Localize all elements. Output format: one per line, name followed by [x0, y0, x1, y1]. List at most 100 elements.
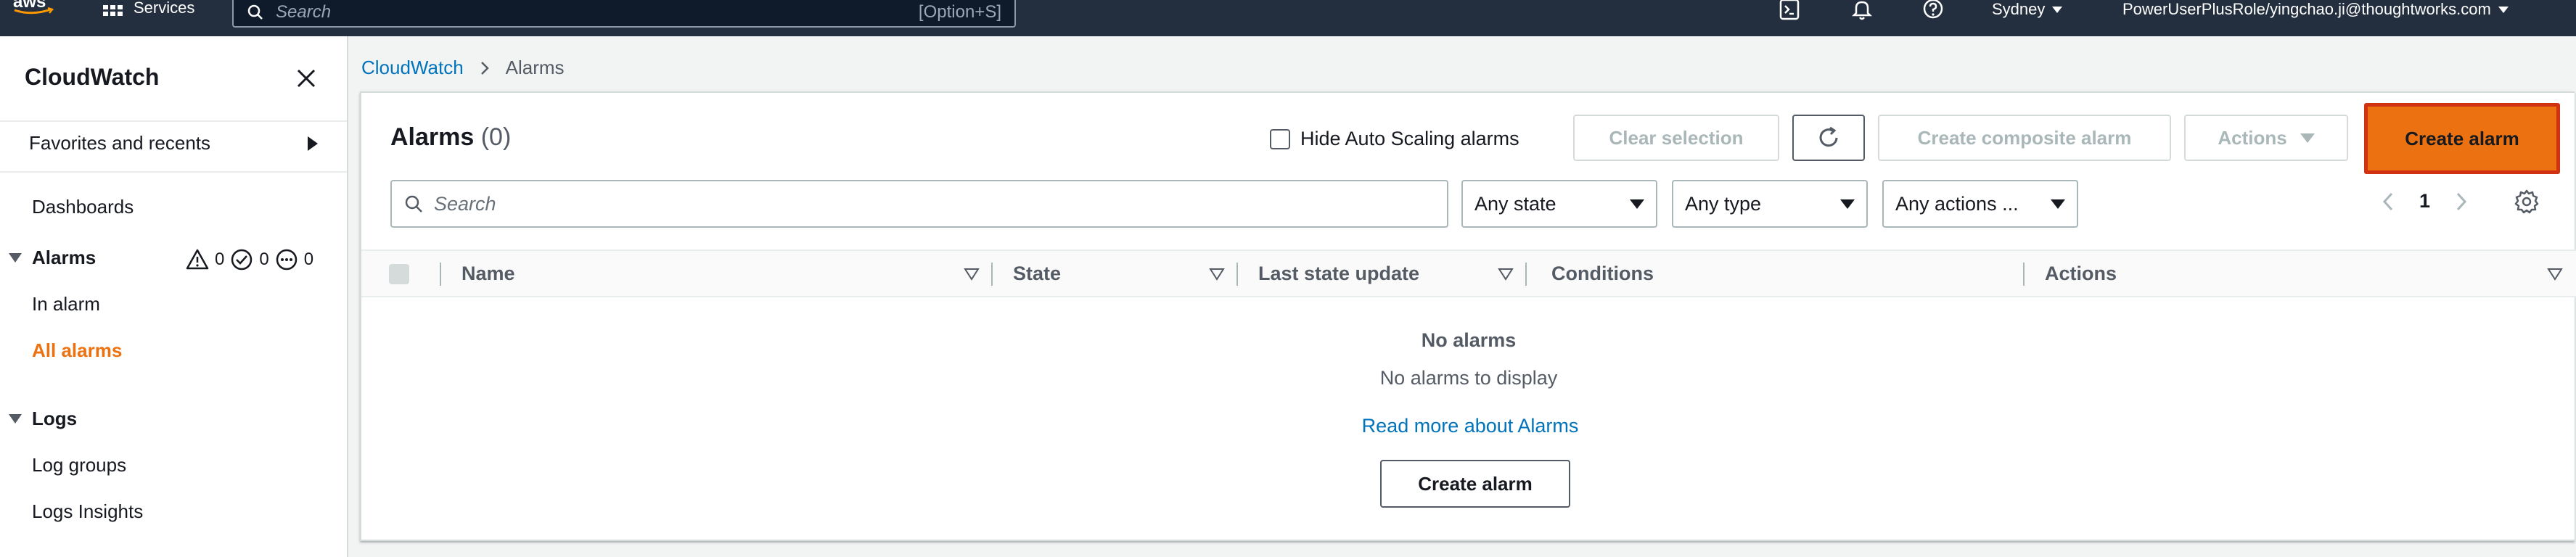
- refresh-icon: [1819, 126, 1838, 147]
- account-label: PowerUserPlusRole/yingchao.ji@thoughtwor…: [2122, 0, 2491, 18]
- hide-autoscaling-toggle[interactable]: Hide Auto Scaling alarms: [1270, 128, 1519, 150]
- close-icon[interactable]: [293, 65, 319, 91]
- services-label: Services: [134, 0, 195, 17]
- ok-count: 0: [259, 249, 269, 269]
- collapse-triangle-icon: [9, 414, 22, 424]
- region-label: Sydney: [1992, 0, 2046, 18]
- breadcrumb: CloudWatch Alarms: [361, 57, 565, 79]
- empty-create-alarm-button[interactable]: Create alarm: [1380, 460, 1570, 508]
- caret-down-icon: [2498, 6, 2509, 13]
- favorites-and-recents[interactable]: Favorites and recents: [29, 132, 210, 154]
- caret-down-icon: [1840, 199, 1855, 209]
- in-alarm-count: 0: [215, 249, 225, 269]
- aws-logo[interactable]: aws: [10, 0, 61, 15]
- gear-icon[interactable]: [2514, 189, 2540, 215]
- alarms-title: Alarms: [390, 123, 475, 151]
- column-header-conditions[interactable]: Conditions: [1551, 251, 1654, 296]
- create-alarm-button[interactable]: Create alarm: [2367, 106, 2557, 171]
- page-number[interactable]: 1: [2419, 190, 2430, 213]
- select-all-checkbox[interactable]: [389, 264, 409, 284]
- column-divider: [440, 263, 441, 286]
- sidebar-section-logs-label: Logs: [32, 408, 78, 429]
- side-navigation: CloudWatch Favorites and recents Dashboa…: [0, 36, 348, 557]
- sidebar-section-logs[interactable]: Logs: [9, 408, 77, 430]
- chevron-right-icon: [480, 61, 489, 75]
- alarm-search-input[interactable]: Search: [390, 180, 1448, 228]
- insufficient-data-icon: [276, 249, 297, 271]
- column-header-last-state-update[interactable]: Last state update: [1258, 251, 1419, 296]
- services-menu[interactable]: Services: [103, 0, 195, 17]
- caret-down-icon: [1630, 199, 1644, 209]
- state-filter-select[interactable]: Any state: [1461, 180, 1657, 228]
- breadcrumb-cloudwatch[interactable]: CloudWatch: [361, 57, 464, 79]
- empty-state-title: No alarms: [1421, 329, 1517, 351]
- sidebar-item-all-alarms[interactable]: All alarms: [32, 339, 122, 362]
- collapse-triangle-icon: [9, 253, 22, 263]
- hide-autoscaling-checkbox[interactable]: [1270, 128, 1290, 149]
- alarm-search-placeholder: Search: [434, 192, 496, 215]
- sidebar-item-logs-insights[interactable]: Logs Insights: [32, 500, 143, 523]
- sort-icon[interactable]: [964, 267, 980, 281]
- caret-down-icon: [2300, 133, 2315, 143]
- column-divider: [1525, 263, 1527, 286]
- divider: [0, 171, 347, 173]
- pagination: 1: [2379, 190, 2471, 213]
- sidebar-title: CloudWatch: [25, 64, 160, 90]
- actions-filter-select[interactable]: Any actions ...: [1882, 180, 2078, 228]
- alarms-heading: Alarms (0): [390, 123, 511, 152]
- breadcrumb-alarms: Alarms: [505, 57, 565, 78]
- column-header-name[interactable]: Name: [462, 251, 515, 296]
- aws-logo-text: aws: [13, 0, 46, 12]
- global-search-input[interactable]: Search [Option+S]: [232, 0, 1016, 28]
- caret-down-icon: [2052, 6, 2063, 13]
- alarms-container: Alarms (0) Hide Auto Scaling alarms Clea…: [360, 91, 2576, 541]
- sidebar-item-log-groups[interactable]: Log groups: [32, 454, 126, 476]
- caret-down-icon: [2051, 199, 2065, 209]
- account-menu[interactable]: PowerUserPlusRole/yingchao.ji@thoughtwor…: [2122, 0, 2509, 19]
- region-selector[interactable]: Sydney: [1992, 0, 2063, 19]
- state-filter-value: Any state: [1474, 192, 1556, 215]
- alarm-state-counts: 0 0 0: [186, 248, 313, 271]
- search-icon: [247, 4, 263, 20]
- warning-triangle-icon: [186, 249, 209, 270]
- actions-label: Actions: [2218, 126, 2287, 149]
- type-filter-value: Any type: [1685, 192, 1762, 215]
- divider: [0, 120, 347, 122]
- actions-dropdown-button[interactable]: Actions: [2184, 115, 2348, 161]
- chevron-left-icon[interactable]: [2379, 191, 2397, 213]
- read-more-link[interactable]: Read more about Alarms: [1354, 415, 1586, 437]
- services-grid-icon: [103, 0, 125, 16]
- column-divider: [1236, 263, 1238, 286]
- column-divider: [991, 263, 993, 286]
- search-icon: [405, 195, 422, 213]
- type-filter-select[interactable]: Any type: [1672, 180, 1868, 228]
- column-header-actions[interactable]: Actions: [2045, 251, 2117, 296]
- create-composite-alarm-button[interactable]: Create composite alarm: [1878, 115, 2171, 161]
- chevron-right-icon[interactable]: [2452, 191, 2471, 213]
- actions-filter-value: Any actions ...: [1895, 192, 2019, 215]
- insufficient-count: 0: [303, 249, 314, 269]
- empty-state-subtitle: No alarms to display: [1379, 367, 1558, 389]
- hide-autoscaling-label: Hide Auto Scaling alarms: [1300, 128, 1519, 149]
- column-header-state[interactable]: State: [1013, 251, 1061, 296]
- sidebar-item-in-alarm[interactable]: In alarm: [32, 293, 100, 315]
- ok-check-icon: [231, 249, 253, 271]
- clear-selection-button[interactable]: Clear selection: [1573, 115, 1779, 161]
- sort-icon[interactable]: [2547, 267, 2563, 281]
- cloudshell-icon[interactable]: [1778, 0, 1801, 22]
- alarms-count: (0): [480, 123, 512, 151]
- top-navigation: aws Services Search [Option+S] Sydney Po…: [0, 0, 2576, 36]
- sidebar-section-alarms[interactable]: Alarms: [9, 247, 96, 269]
- sidebar-section-alarms-label: Alarms: [32, 247, 97, 268]
- column-divider: [2023, 263, 2025, 286]
- refresh-button[interactable]: [1792, 115, 1865, 161]
- sort-icon[interactable]: [1498, 267, 1514, 281]
- search-shortcut: [Option+S]: [918, 2, 1001, 22]
- sort-icon[interactable]: [1209, 267, 1225, 281]
- table-header: Name State Last state update Conditions …: [361, 249, 2576, 297]
- global-search-placeholder: Search: [276, 2, 332, 22]
- sidebar-item-dashboards[interactable]: Dashboards: [32, 196, 134, 218]
- expand-arrow-icon[interactable]: [308, 136, 318, 151]
- notifications-bell-icon[interactable]: [1850, 0, 1874, 22]
- help-icon[interactable]: [1921, 0, 1945, 22]
